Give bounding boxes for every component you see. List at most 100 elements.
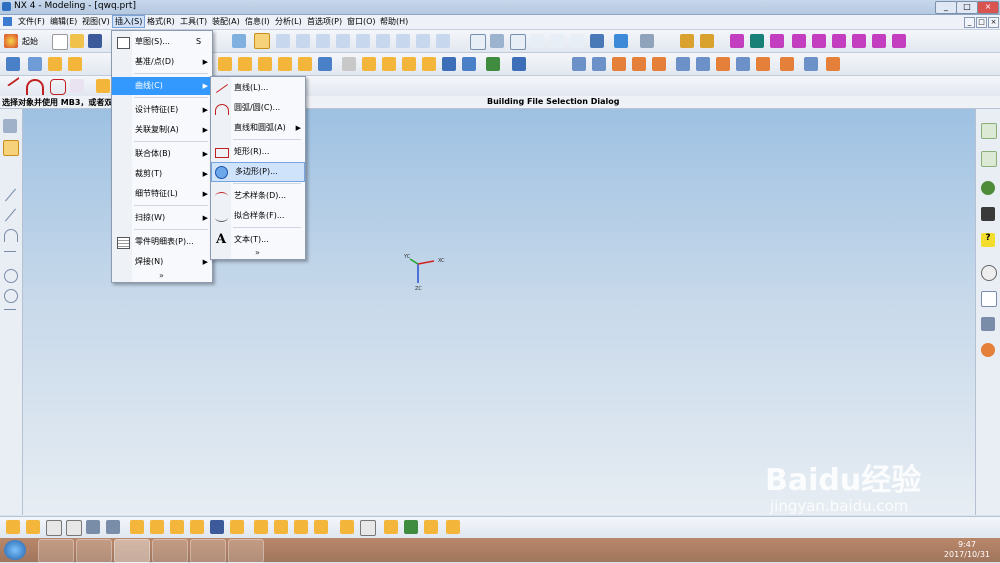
- edge-blend-icon[interactable]: [572, 57, 586, 71]
- show-hide-icon[interactable]: [404, 520, 418, 534]
- doc-restore-button[interactable]: □: [976, 17, 987, 28]
- snap-existing-icon[interactable]: [340, 520, 354, 534]
- select-filter-icon[interactable]: [6, 520, 20, 534]
- snap-control-point-icon[interactable]: [170, 520, 184, 534]
- menu-item-trim[interactable]: 裁剪(T) ▶: [112, 165, 212, 183]
- menu-preferences[interactable]: 首选项(P): [305, 16, 344, 27]
- menu-item-fit-spline[interactable]: 拟合样条(F)...: [211, 207, 305, 225]
- doc-close-button[interactable]: ×: [988, 17, 999, 28]
- split-body-icon[interactable]: [676, 57, 690, 71]
- taskbar-folder-app-icon[interactable]: [76, 539, 112, 563]
- point-constructor-icon[interactable]: [3, 140, 19, 156]
- offset-face-icon[interactable]: [696, 57, 710, 71]
- menu-item-design-feature[interactable]: 设计特征(E) ▶: [112, 101, 212, 119]
- menu-item-arc-circle[interactable]: 圆弧/圆(C)...: [211, 99, 305, 117]
- menu-item-parts-list[interactable]: 零件明细表(P)...: [112, 233, 212, 251]
- wcs-orient-icon[interactable]: [750, 34, 764, 48]
- pad-icon[interactable]: [362, 57, 376, 71]
- menu-expand-icon[interactable]: »: [159, 271, 164, 280]
- zoom-icon[interactable]: [510, 34, 526, 50]
- pocket-icon[interactable]: [342, 57, 356, 71]
- sketch-toolbar-icon[interactable]: [6, 57, 20, 71]
- layer-icon[interactable]: [680, 34, 694, 48]
- web-browser-icon[interactable]: [981, 181, 995, 195]
- groove-icon[interactable]: [402, 57, 416, 71]
- menu-analysis[interactable]: 分析(L): [273, 16, 304, 27]
- trim-body-icon[interactable]: [652, 57, 666, 71]
- scale-body-icon[interactable]: [716, 57, 730, 71]
- snap-existing-point-icon[interactable]: [436, 34, 450, 48]
- zoom-window-icon[interactable]: [470, 34, 486, 50]
- snap-midpoint-icon[interactable]: [296, 34, 310, 48]
- menu-item-sweep[interactable]: 扫掠(W) ▶: [112, 209, 212, 227]
- start-icon[interactable]: [4, 34, 18, 48]
- cylinder-icon[interactable]: [238, 57, 252, 71]
- roles-icon[interactable]: [981, 343, 995, 357]
- shell-icon[interactable]: [612, 57, 626, 71]
- assembly-navigator-icon[interactable]: [981, 123, 997, 139]
- snap-quadrant-point-icon[interactable]: [360, 520, 376, 536]
- snap-control-icon[interactable]: [316, 34, 330, 48]
- menu-file[interactable]: 文件(F): [16, 16, 47, 27]
- axis-icon[interactable]: [832, 34, 846, 48]
- line-sketch-icon[interactable]: [4, 188, 17, 202]
- orient-view-icon[interactable]: [640, 34, 654, 48]
- snap-pole-icon[interactable]: [294, 520, 308, 534]
- wcs-icon[interactable]: [730, 34, 744, 48]
- menu-item-weld[interactable]: 焊接(N) ▶: [112, 253, 212, 271]
- draft-icon[interactable]: [632, 57, 646, 71]
- snap-endpoint-icon[interactable]: [276, 34, 290, 48]
- arc-tool-icon[interactable]: [26, 79, 44, 95]
- menu-view[interactable]: 视图(V): [80, 16, 112, 27]
- snap-intersection-icon[interactable]: [336, 34, 350, 48]
- snap-arc-center-icon[interactable]: [210, 520, 224, 534]
- line-tool-icon[interactable]: [6, 75, 20, 87]
- open-file-icon[interactable]: [70, 34, 84, 48]
- snap-bounded-icon[interactable]: [314, 520, 328, 534]
- taskbar-powerpoint-icon[interactable]: [190, 539, 226, 563]
- menu-item-lines-and-arcs[interactable]: 直线和圆弧(A) ▶: [211, 119, 305, 137]
- wcs-rotate-icon[interactable]: [792, 34, 806, 48]
- deselect-icon[interactable]: [46, 520, 62, 536]
- snap-end-icon[interactable]: [130, 520, 144, 534]
- help-icon[interactable]: ?: [981, 233, 995, 247]
- move-layer-icon[interactable]: [700, 34, 714, 48]
- new-file-icon[interactable]: [52, 34, 68, 50]
- view-section-icon[interactable]: [424, 520, 438, 534]
- history-icon[interactable]: [981, 265, 997, 281]
- point-icon[interactable]: [872, 34, 886, 48]
- menu-item-line[interactable]: 直线(L)...: [211, 79, 305, 97]
- menu-expand-icon[interactable]: »: [255, 248, 260, 257]
- circle-center-icon[interactable]: [4, 289, 18, 303]
- pattern-icon[interactable]: [512, 57, 526, 71]
- pan-icon[interactable]: [570, 34, 584, 48]
- minimize-button[interactable]: _: [935, 1, 957, 14]
- menu-assemblies[interactable]: 装配(A): [210, 16, 242, 27]
- navigator-icon[interactable]: [3, 119, 17, 133]
- perspective-icon[interactable]: [590, 34, 604, 48]
- taskbar-browser-icon[interactable]: [38, 539, 74, 563]
- subtract-icon[interactable]: [462, 57, 476, 71]
- menu-item-studio-spline[interactable]: 艺术样条(D)...: [211, 187, 305, 205]
- menu-insert[interactable]: 插入(S): [112, 15, 146, 28]
- arc-sketch-icon[interactable]: [4, 229, 18, 242]
- point-snap-icon[interactable]: [254, 33, 270, 49]
- start-button-label[interactable]: 起始: [22, 36, 38, 47]
- menu-window[interactable]: 窗口(O): [345, 16, 378, 27]
- menu-tools[interactable]: 工具(T): [178, 16, 209, 27]
- sphere-icon[interactable]: [278, 57, 292, 71]
- start-orb-icon[interactable]: [4, 540, 26, 560]
- extrude-icon[interactable]: [48, 57, 62, 71]
- face-rule-icon[interactable]: [106, 520, 120, 534]
- select-all-icon[interactable]: [26, 520, 40, 534]
- menu-format[interactable]: 格式(R): [145, 16, 177, 27]
- thread-icon[interactable]: [422, 57, 436, 71]
- line-angle-icon[interactable]: [4, 208, 17, 222]
- rotate-icon[interactable]: [550, 34, 564, 48]
- menu-item-combine[interactable]: 联合体(B) ▶: [112, 145, 212, 163]
- maximize-button[interactable]: □: [956, 1, 978, 14]
- menu-help[interactable]: 帮助(H): [378, 16, 410, 27]
- training-icon[interactable]: [981, 207, 995, 221]
- magnify-icon[interactable]: [530, 34, 544, 48]
- close-button[interactable]: ×: [977, 1, 999, 14]
